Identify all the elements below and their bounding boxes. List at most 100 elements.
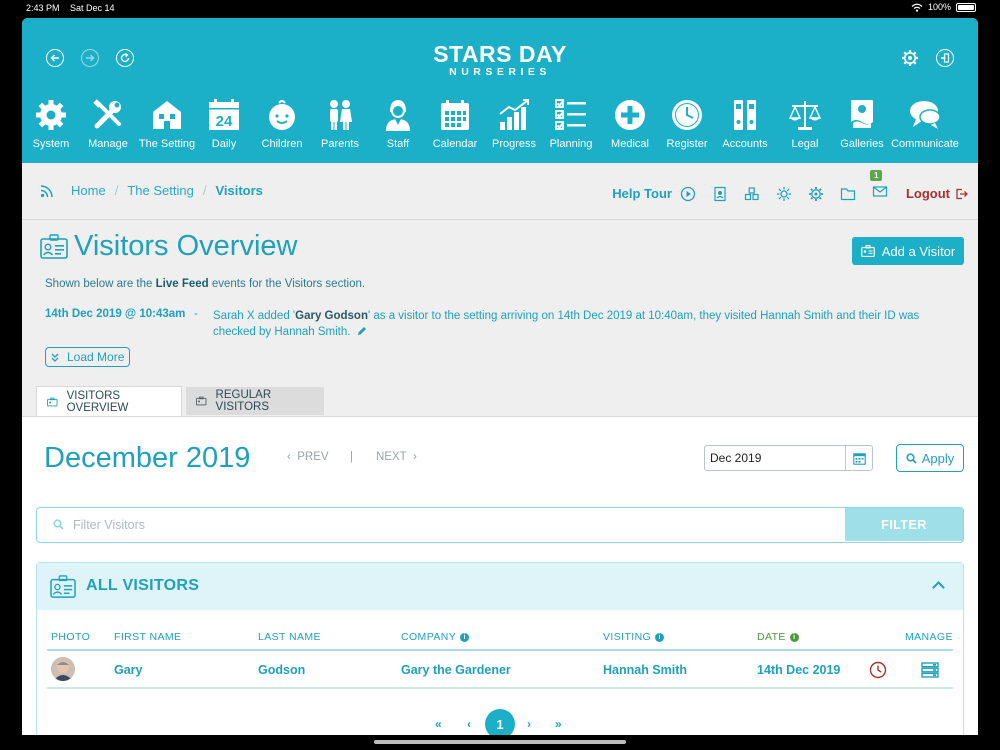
pager-prev[interactable]: ‹ bbox=[467, 717, 471, 731]
feed-timestamp: 14th Dec 2019 @ 10:43am bbox=[45, 308, 186, 320]
nav-item-manage[interactable]: Manage bbox=[88, 98, 128, 150]
col-visiting[interactable]: VISITING i bbox=[603, 631, 665, 643]
parents-icon bbox=[330, 100, 352, 130]
logout-icon[interactable] bbox=[955, 188, 968, 200]
nav-item-the-setting[interactable]: The Setting bbox=[139, 98, 195, 150]
manage-list-icon[interactable] bbox=[921, 662, 939, 678]
staff-icon bbox=[386, 100, 410, 131]
chat-bubbles-icon bbox=[910, 101, 941, 129]
apply-label: Apply bbox=[921, 450, 955, 466]
breadcrumb-the-setting[interactable]: The Setting bbox=[127, 183, 194, 198]
col-first-name[interactable]: FIRST NAME bbox=[114, 631, 181, 643]
folder-icon[interactable] bbox=[840, 186, 856, 202]
nav-item-register[interactable]: Register bbox=[666, 98, 708, 150]
nav-item-staff[interactable]: Staff bbox=[381, 98, 415, 150]
cell-date: 14th Dec 2019 bbox=[757, 663, 841, 677]
month-input[interactable]: Dec 2019 bbox=[704, 445, 846, 471]
status-right: 100% bbox=[911, 2, 976, 12]
nav-label-the-setting: The Setting bbox=[138, 138, 196, 150]
pager-first[interactable]: « bbox=[435, 717, 442, 731]
nav-label-register: Register bbox=[666, 138, 708, 150]
cog-icon[interactable] bbox=[808, 186, 824, 202]
pencil-edit-icon[interactable] bbox=[357, 326, 367, 336]
notification-badge: 1 bbox=[869, 170, 883, 181]
breadcrumb-bar: Home / The Setting / Visitors Help Tour … bbox=[22, 163, 978, 220]
logout-link[interactable]: Logout bbox=[906, 186, 950, 201]
info-icon[interactable]: i bbox=[655, 632, 665, 642]
visitor-id-card-icon bbox=[860, 245, 875, 257]
nav-item-parents[interactable]: Parents bbox=[321, 98, 359, 150]
next-month-button[interactable]: NEXT › bbox=[376, 451, 417, 463]
pager-next[interactable]: › bbox=[527, 717, 531, 731]
medical-cross-icon bbox=[615, 100, 645, 130]
cell-first-name: Gary bbox=[114, 663, 143, 677]
pager-last[interactable]: » bbox=[555, 717, 562, 731]
exit-door-icon bbox=[941, 53, 950, 63]
inbox-notification[interactable]: 1 bbox=[864, 170, 896, 204]
brand-logo: STARS DAY NURSERIES bbox=[22, 42, 978, 78]
status-date: Sat Dec 14 bbox=[70, 3, 115, 13]
nav-item-daily[interactable]: 24 Daily bbox=[207, 98, 241, 150]
calendar-icon bbox=[441, 100, 469, 130]
brand-line1: STARS DAY bbox=[433, 41, 567, 67]
nav-item-progress[interactable]: Progress bbox=[492, 98, 536, 150]
clock-icon bbox=[672, 100, 702, 130]
exit-button[interactable] bbox=[936, 49, 954, 67]
help-tour-link[interactable]: Help Tour bbox=[612, 186, 672, 201]
grid-apps-icon[interactable] bbox=[744, 186, 760, 202]
tab-label: VISITORS OVERVIEW bbox=[66, 390, 129, 414]
tab-visitors-overview[interactable]: VISITORS OVERVIEW bbox=[36, 386, 182, 417]
all-visitors-header[interactable]: ALL VISITORS bbox=[37, 563, 963, 610]
nav-item-galleries[interactable]: Galleries bbox=[840, 98, 884, 150]
nav-label-staff: Staff bbox=[386, 138, 410, 150]
nav-item-medical[interactable]: Medical bbox=[611, 98, 649, 150]
load-more-label: Load More bbox=[67, 350, 125, 364]
id-badge-icon[interactable] bbox=[712, 186, 728, 202]
nav-item-children[interactable]: Children bbox=[260, 98, 304, 150]
rss-feed-icon bbox=[40, 184, 53, 197]
info-icon[interactable]: i bbox=[460, 632, 470, 642]
filter-visitors-input[interactable]: Filter Visitors bbox=[37, 508, 847, 541]
filter-button[interactable]: FILTER bbox=[845, 508, 963, 541]
building-icon bbox=[153, 101, 181, 129]
avatar bbox=[51, 657, 75, 681]
intro-text: Shown below are the bbox=[45, 278, 156, 290]
load-more-button[interactable]: Load More bbox=[45, 347, 131, 367]
add-visitor-button[interactable]: Add a Visitor bbox=[852, 237, 964, 265]
pager-current-page[interactable]: 1 bbox=[485, 709, 515, 735]
clock-out-icon[interactable] bbox=[869, 661, 887, 679]
tab-regular-visitors[interactable]: REGULAR VISITORS bbox=[186, 387, 324, 415]
collapse-chevron-icon[interactable] bbox=[932, 581, 945, 594]
play-circle-icon[interactable] bbox=[680, 186, 696, 202]
settings-button[interactable] bbox=[901, 49, 919, 67]
col-company[interactable]: COMPANY i bbox=[401, 631, 470, 643]
col-company-label: COMPANY bbox=[401, 631, 457, 643]
tools-icon bbox=[93, 99, 121, 129]
nav-item-planning[interactable]: Planning bbox=[549, 98, 593, 150]
info-icon[interactable]: i bbox=[789, 632, 799, 642]
gear-icon bbox=[36, 100, 66, 130]
top-bar: STARS DAY NURSERIES System Manage The Se… bbox=[22, 18, 978, 163]
col-last-name[interactable]: LAST NAME bbox=[258, 631, 321, 643]
nav-label-system: System bbox=[32, 138, 70, 150]
nav-item-legal[interactable]: Legal bbox=[788, 98, 822, 150]
apply-button[interactable]: Apply bbox=[896, 444, 964, 472]
nav-label-legal: Legal bbox=[791, 138, 819, 150]
inbox-icon bbox=[872, 186, 888, 197]
home-indicator[interactable] bbox=[374, 740, 626, 744]
filter-bar: Filter Visitors FILTER bbox=[36, 507, 964, 543]
month-title: December 2019 bbox=[44, 442, 251, 474]
scales-icon bbox=[788, 101, 822, 130]
nav-item-communicate[interactable]: Communicate bbox=[890, 98, 960, 150]
sun-icon[interactable] bbox=[776, 186, 792, 202]
prev-month-button[interactable]: ‹ PREV bbox=[287, 451, 329, 463]
date-picker-button[interactable] bbox=[845, 445, 873, 471]
nav-item-accounts[interactable]: Accounts bbox=[722, 98, 768, 150]
nav-label-calendar: Calendar bbox=[432, 138, 478, 150]
col-date[interactable]: DATE i bbox=[757, 631, 799, 643]
cell-last-name: Godson bbox=[258, 663, 306, 677]
progress-chart-icon bbox=[499, 99, 529, 130]
breadcrumb-home[interactable]: Home bbox=[71, 183, 106, 198]
nav-item-system[interactable]: System bbox=[32, 98, 70, 150]
nav-item-calendar[interactable]: Calendar bbox=[433, 98, 477, 150]
